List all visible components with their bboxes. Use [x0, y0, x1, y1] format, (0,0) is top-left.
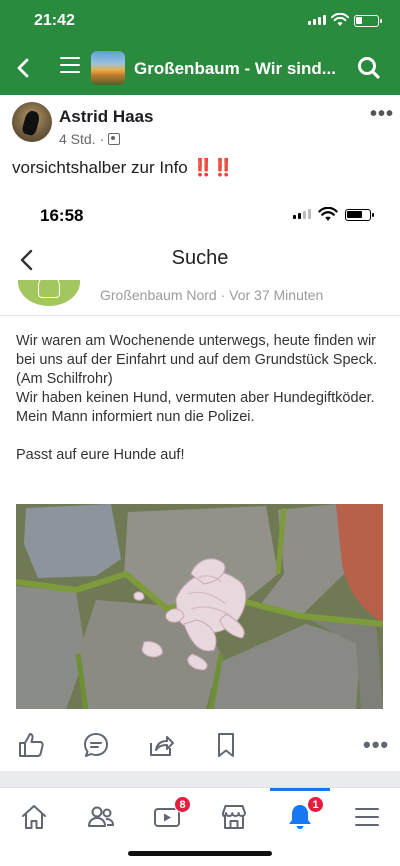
group-audience-icon	[108, 133, 121, 145]
marketplace-icon[interactable]	[219, 802, 249, 832]
active-tab-indicator	[270, 788, 330, 791]
embedded-title: Suche	[171, 247, 229, 269]
more-options-icon[interactable]: •••	[363, 732, 389, 758]
embedded-avatar	[18, 280, 80, 306]
meta-separator: ·	[99, 131, 105, 147]
home-icon[interactable]	[19, 802, 49, 832]
status-bar: 21:42	[0, 0, 400, 42]
body-line: Wir haben keinen Hund, vermuten aber Hun…	[16, 390, 375, 406]
body-line: Wir waren am Wochenende unterwegs, heute…	[16, 333, 377, 349]
embedded-signal-icon	[293, 209, 311, 219]
post-actions: •••	[0, 719, 400, 771]
post-options-icon[interactable]: •••	[370, 103, 394, 126]
group-nav: Großenbaum - Wir sind...	[0, 48, 400, 90]
author-name[interactable]: Astrid Haas	[59, 107, 153, 127]
embedded-post-body: Wir waren am Wochenende unterwegs, heute…	[16, 332, 386, 465]
post-meta: 4 Std. ·	[59, 131, 121, 147]
search-icon[interactable]	[356, 55, 382, 81]
notifications-tab[interactable]: 1	[285, 796, 324, 832]
watch-tab[interactable]: 8	[152, 796, 191, 832]
like-icon[interactable]	[17, 731, 45, 759]
bookmark-icon[interactable]	[212, 731, 240, 759]
home-indicator	[128, 851, 272, 856]
share-icon[interactable]	[147, 731, 175, 759]
menu-icon[interactable]	[60, 57, 80, 77]
post-header: Astrid Haas 4 Std. · •••	[0, 95, 400, 157]
status-time: 21:42	[34, 12, 75, 29]
app-header: 21:42 Großenbaum - Wir sind...	[0, 0, 400, 95]
post-time[interactable]: 4 Std.	[59, 131, 96, 147]
signal-icon	[308, 15, 326, 25]
body-line: (Am Schilfrohr)	[16, 371, 113, 387]
embedded-status-time: 16:58	[40, 206, 84, 225]
caption-emphasis: ‼️‼️	[192, 158, 233, 177]
post-caption: vorsichtshalber zur Info ‼️‼️	[12, 158, 234, 178]
bacon-on-pavement-photo	[16, 504, 383, 709]
comment-icon[interactable]	[82, 731, 110, 759]
embedded-post-header: Großenbaum Nord · Vor 37 Minuten	[0, 280, 400, 316]
friends-icon[interactable]	[86, 802, 116, 832]
embedded-location: Großenbaum Nord · Vor 37 Minuten	[100, 287, 324, 303]
back-arrow-icon[interactable]	[12, 54, 36, 82]
group-title[interactable]: Großenbaum - Wir sind...	[134, 59, 336, 79]
wifi-icon	[331, 13, 349, 26]
embedded-wifi-icon	[318, 207, 338, 221]
caption-text: vorsichtshalber zur Info	[12, 158, 193, 177]
body-line: bei uns auf der Einfahrt und auf dem Gru…	[16, 352, 378, 368]
attached-screenshot[interactable]: 16:58 Suche Großenbaum Nord · Vor 37 Min…	[0, 192, 400, 719]
body-final-line: Passt auf eure Hunde auf!	[16, 447, 185, 463]
author-avatar[interactable]	[12, 102, 52, 142]
group-thumbnail[interactable]	[91, 51, 125, 85]
body-line: Mein Mann informiert nun die Polizei.	[16, 409, 255, 425]
watch-badge: 8	[174, 796, 191, 813]
feed-separator	[0, 771, 400, 787]
battery-icon	[354, 15, 382, 27]
menu-tab-icon[interactable]	[352, 802, 382, 832]
notifications-badge: 1	[307, 796, 324, 813]
embedded-battery-icon	[345, 209, 374, 221]
